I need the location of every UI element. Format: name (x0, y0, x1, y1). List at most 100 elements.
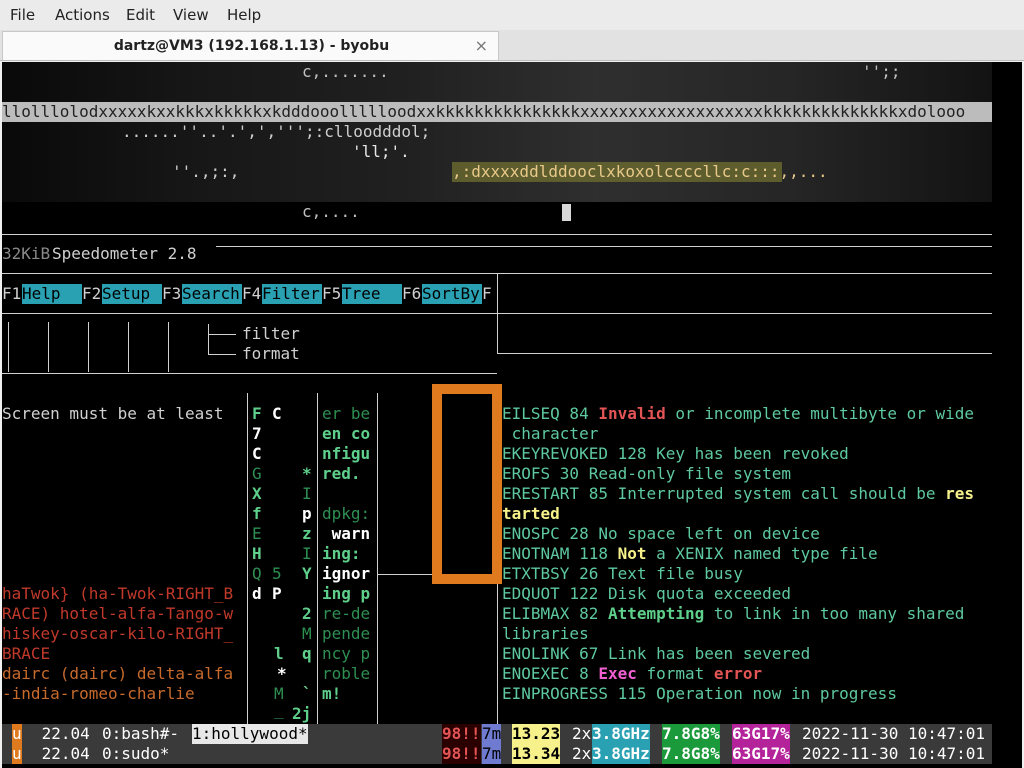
pane-divider (377, 393, 378, 724)
status-logo: u (12, 724, 22, 744)
ascii-art-line: '';; (862, 62, 901, 81)
ascii-art-line: ''.,;:, (172, 162, 240, 181)
speedometer-size: 32KiB (2, 244, 51, 263)
pane-border (497, 353, 992, 354)
errno-line: EKEYREVOKED 128 Key has been revoked (502, 444, 849, 463)
errno-line: ENOLINK 67 Link has been severed (502, 644, 811, 663)
menu-actions[interactable]: Actions (55, 6, 110, 24)
tab-bar: dartz@VM3 (192.168.1.13) - byobu × (0, 30, 1024, 61)
dpkg-text: roble (322, 664, 371, 683)
fkey-f6: F6 (402, 284, 422, 303)
tree-line (128, 322, 129, 372)
dpkg-text: pende (322, 624, 371, 643)
tree-filter: filter (242, 324, 300, 343)
pane-border (216, 246, 992, 247)
matrix-char: d (252, 584, 262, 603)
irc-line: -india-romeo-charlie (2, 684, 195, 703)
matrix-char: F (252, 404, 262, 423)
dpkg-text: ing p (322, 584, 371, 603)
errno-line: ELIBMAX 82 Attempting to link in too man… (502, 604, 965, 623)
fkey-f4: F4 (242, 284, 262, 303)
matrix-char: f (252, 504, 262, 523)
status-disk: 63G17% (732, 724, 790, 744)
errno-line: EDQUOT 122 Disk quota exceeded (502, 584, 791, 603)
fkey-sortby-button[interactable]: SortBy (422, 284, 482, 304)
status-cpu-freq: 3.8GHz (592, 744, 650, 764)
status-disk: 63G17% (732, 744, 790, 764)
pane-border (2, 373, 497, 374)
ascii-art-line: llolllolodxxxxxkxxkkkxkkkkkxkdddooolllll… (2, 102, 966, 121)
fkey-f2: F2 (82, 284, 102, 303)
irc-line: haTwok} (ha-Twok-RIGHT_B (2, 584, 234, 603)
matrix-char: _ (274, 700, 284, 719)
fkey-filter-button[interactable]: Filter (262, 284, 322, 304)
fkey-tree-button[interactable]: Tree (342, 284, 402, 304)
matrix-char: G (252, 464, 262, 483)
fkey-search-button[interactable]: Search (182, 284, 242, 304)
menu-file[interactable]: File (10, 6, 35, 24)
menu-edit[interactable]: Edit (126, 6, 155, 24)
errno-line: ENOTNAM 118 Not a XENIX named type file (502, 544, 878, 563)
status-cpu-count: 2x (572, 744, 592, 763)
terminal-tab[interactable]: dartz@VM3 (192.168.1.13) - byobu × (2, 31, 499, 60)
dpkg-text: er be (322, 404, 371, 423)
matrix-char: ` (302, 684, 312, 703)
tree-line (48, 322, 49, 372)
menu-view[interactable]: View (173, 6, 209, 24)
ascii-art-line: ,:dxxxxddlddooclxkoxolccccllc:c:::,,... (452, 162, 828, 181)
speedometer-label: Speedometer 2.8 (52, 244, 197, 263)
status-logo: u (12, 744, 22, 764)
ascii-art-line: c,....... (302, 62, 389, 81)
status-cpu-count: 2x (572, 724, 592, 743)
errno-line: ETXTBSY 26 Text file busy (502, 564, 743, 583)
pane-divider (497, 273, 498, 353)
matrix-char: C (252, 444, 262, 463)
fkey-f5: F5 (322, 284, 342, 303)
matrix-char: X (252, 484, 262, 503)
fkey-f1: F1 (2, 284, 22, 303)
matrix-char: E (252, 524, 262, 543)
errno-line: character (502, 424, 599, 443)
matrix-char: * (277, 664, 287, 683)
fkey-help-button[interactable]: Help (22, 284, 82, 304)
status-uptime: 7m (482, 724, 502, 744)
matrix-char: Q (252, 564, 262, 583)
matrix-char: H (252, 544, 262, 563)
dpkg-text: ing: (322, 544, 361, 563)
errno-line: libraries (502, 624, 589, 643)
tab-title: dartz@VM3 (192.168.1.13) - byobu (113, 38, 390, 54)
dpkg-text: dpkg: (322, 504, 371, 523)
status-window-0[interactable]: 0:sudo* (102, 744, 169, 764)
fkey-f3: F3 (162, 284, 182, 303)
dpkg-text: re-de (322, 604, 371, 623)
status-datetime: 2022-11-30 10:47:01 (802, 744, 986, 763)
tree-line (88, 322, 89, 372)
ascii-art-line: 'll;'. (352, 142, 410, 161)
status-uptime: 7m (482, 744, 502, 764)
terminal-screen[interactable]: c,....... '';; llolllolodxxxxxkxxkkkxkkk… (2, 62, 1022, 768)
dpkg-text: ncy p (322, 644, 371, 663)
ascii-art-line: c,.... (302, 202, 360, 221)
status-datetime: 2022-11-30 10:47:01 (802, 724, 986, 743)
matrix-char: C (272, 404, 282, 423)
matrix-char: I (302, 544, 312, 563)
irc-line: dairc (dairc) delta-alfa (2, 664, 234, 683)
matrix-char: P (272, 584, 282, 603)
errno-line: ENOEXEC 8 Exec format error (502, 664, 763, 683)
errno-line: ERESTART 85 Interrupted system call shou… (502, 484, 975, 503)
menu-help[interactable]: Help (227, 6, 261, 24)
matrix-char: M (302, 624, 312, 643)
dpkg-text: en co (322, 424, 371, 443)
highlight-box (432, 384, 502, 584)
status-load: 13.23 (512, 724, 561, 744)
status-window-0[interactable]: 0:bash#- (102, 724, 179, 744)
errno-line: EILSEQ 84 Invalid or incomplete multibyt… (502, 404, 975, 423)
irc-line: BRACE (2, 644, 51, 663)
fkey-setup-button[interactable]: Setup (102, 284, 162, 304)
status-reboot-required: 98!! (442, 724, 481, 744)
status-memory: 7.8G8% (662, 724, 720, 744)
matrix-char: 5 (272, 564, 282, 583)
status-window-1[interactable]: 1:hollywood* (192, 724, 308, 744)
tree-line (208, 324, 209, 354)
close-tab-icon[interactable]: × (475, 36, 488, 55)
